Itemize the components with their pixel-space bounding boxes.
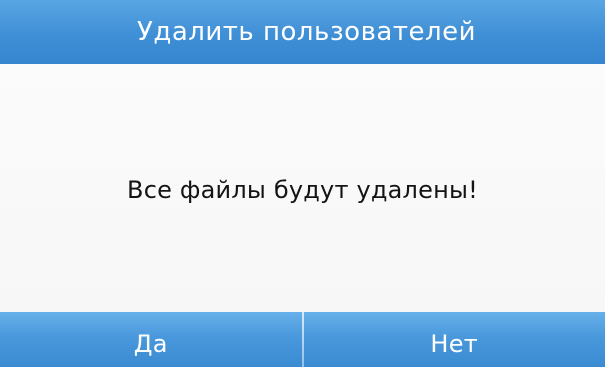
dialog-message: Все файлы будут удалены! (127, 176, 478, 204)
confirm-dialog: Удалить пользователей Все файлы будут уд… (0, 0, 605, 367)
dialog-button-bar: Да Нет (0, 312, 605, 367)
no-button[interactable]: Нет (304, 312, 605, 367)
yes-button[interactable]: Да (0, 312, 302, 367)
dialog-body: Все файлы будут удалены! (0, 64, 605, 312)
dialog-header: Удалить пользователей (0, 0, 605, 64)
dialog-title: Удалить пользователей (137, 17, 476, 47)
